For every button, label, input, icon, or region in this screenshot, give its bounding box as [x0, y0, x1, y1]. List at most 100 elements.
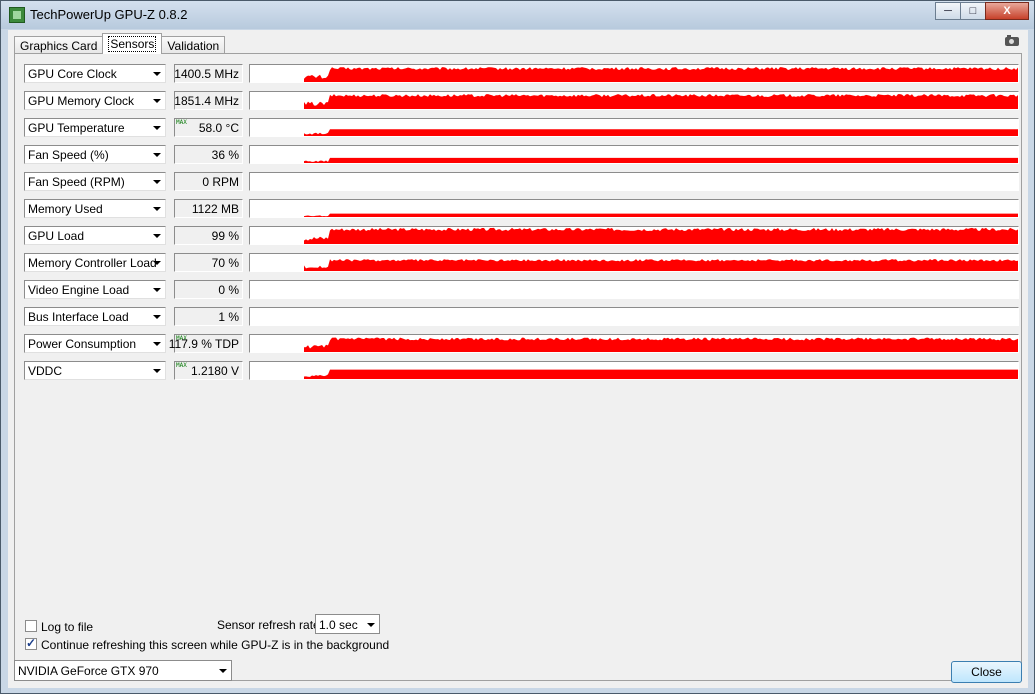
- refresh-rate-select[interactable]: 1.0 sec: [315, 614, 380, 634]
- graph-area: [304, 337, 1018, 352]
- sensor-row: Memory Controller Load 70 %: [24, 253, 1020, 274]
- chevron-down-icon: [219, 669, 227, 673]
- close-button[interactable]: Close: [951, 661, 1022, 683]
- sensor-graph-svg: [304, 213, 1018, 217]
- tab-label: Validation: [167, 38, 220, 53]
- sensor-name: GPU Core Clock: [28, 67, 117, 81]
- maximize-button[interactable]: □: [960, 2, 986, 20]
- sensor-name: Memory Used: [28, 202, 103, 216]
- gpuz-app-icon: [9, 7, 25, 23]
- sensor-graph: [249, 361, 1019, 380]
- sensor-graph-svg: [304, 227, 1018, 244]
- sensor-graph-svg: [304, 129, 1018, 136]
- graph-area: [304, 227, 1018, 244]
- sensor-name: Video Engine Load: [28, 283, 130, 297]
- chevron-down-icon: [153, 234, 161, 238]
- sensor-value: 117.9 % TDP: [168, 337, 239, 351]
- chevron-down-icon: [153, 72, 161, 76]
- sensor-graph-svg: [304, 259, 1018, 271]
- log-to-file-checkbox[interactable]: [25, 620, 37, 632]
- sensor-select[interactable]: Memory Controller Load: [24, 253, 166, 272]
- sensor-row: Fan Speed (RPM) 0 RPM: [24, 172, 1020, 193]
- chevron-down-icon: [153, 342, 161, 346]
- graph-area: [304, 369, 1018, 379]
- sensor-value: 0 RPM: [202, 175, 239, 189]
- sensor-select[interactable]: Bus Interface Load: [24, 307, 166, 326]
- continue-refresh-checkbox[interactable]: [25, 636, 37, 650]
- sensor-select[interactable]: GPU Temperature: [24, 118, 166, 137]
- graph-area: [304, 129, 1018, 136]
- sensor-name: Fan Speed (RPM): [28, 175, 125, 189]
- tab-label: Graphics Card: [20, 38, 98, 53]
- tab-bar: Graphics Card Sensors Validation: [14, 33, 226, 54]
- chevron-down-icon: [153, 288, 161, 292]
- log-to-file-label: Log to file: [41, 620, 94, 634]
- max-indicator: MAX: [176, 362, 187, 369]
- sensor-name: Fan Speed (%): [28, 148, 109, 162]
- title-bar[interactable]: TechPowerUp GPU-Z 0.8.2 ─ □ X: [1, 1, 1034, 29]
- camera-icon[interactable]: [1005, 35, 1019, 46]
- refresh-rate-value: 1.0 sec: [319, 618, 358, 632]
- sensor-graph: [249, 118, 1019, 137]
- sensor-value-box[interactable]: MAX 58.0 °C: [174, 118, 243, 137]
- window-close-button[interactable]: X: [985, 2, 1029, 20]
- sensor-row: GPU Memory Clock 1851.4 MHz: [24, 91, 1020, 112]
- client-area: Graphics Card Sensors Validation GPU Cor…: [8, 30, 1028, 688]
- chevron-down-icon: [153, 261, 161, 265]
- sensor-value-box[interactable]: 1 %: [174, 307, 243, 326]
- sensor-graph-svg: [304, 67, 1018, 82]
- sensor-select[interactable]: Memory Used: [24, 199, 166, 218]
- sensor-value-box[interactable]: 0 RPM: [174, 172, 243, 191]
- sensor-graph: [249, 226, 1019, 245]
- sensor-value-box[interactable]: 1400.5 MHz: [174, 64, 243, 83]
- sensor-graph-svg: [304, 94, 1018, 109]
- graph-area: [304, 259, 1018, 271]
- sensor-value-box[interactable]: 0 %: [174, 280, 243, 299]
- sensor-value-box[interactable]: MAX 117.9 % TDP: [169, 334, 243, 353]
- sensor-value: 1.2180 V: [190, 364, 239, 378]
- sensor-select[interactable]: Video Engine Load: [24, 280, 166, 299]
- sensor-row: VDDC MAX 1.2180 V: [24, 361, 1020, 382]
- sensor-graph: [249, 307, 1019, 326]
- refresh-rate-label: Sensor refresh rate:: [217, 618, 324, 632]
- sensor-row: GPU Core Clock 1400.5 MHz: [24, 64, 1020, 85]
- graph-area: [304, 67, 1018, 82]
- sensor-select[interactable]: GPU Core Clock: [24, 64, 166, 83]
- sensor-value-box[interactable]: 70 %: [174, 253, 243, 272]
- tab-validation[interactable]: Validation: [161, 36, 226, 54]
- sensor-select[interactable]: Power Consumption: [24, 334, 166, 353]
- sensor-name: Power Consumption: [28, 337, 137, 351]
- sensor-graph-svg: [250, 173, 1018, 190]
- sensor-graph: [249, 64, 1019, 83]
- sensor-graph: [249, 145, 1019, 164]
- sensor-select[interactable]: GPU Memory Clock: [24, 91, 166, 110]
- minimize-button[interactable]: ─: [935, 2, 961, 20]
- graph-area: [304, 157, 1018, 163]
- sensor-graph-svg: [304, 337, 1018, 352]
- sensor-select[interactable]: Fan Speed (%): [24, 145, 166, 164]
- sensor-select[interactable]: GPU Load: [24, 226, 166, 245]
- sensor-select[interactable]: Fan Speed (RPM): [24, 172, 166, 191]
- sensor-name: GPU Load: [28, 229, 85, 243]
- sensor-row: Video Engine Load 0 %: [24, 280, 1020, 301]
- sensor-value-box[interactable]: MAX 1.2180 V: [174, 361, 243, 380]
- max-indicator: MAX: [176, 119, 187, 126]
- window-controls: ─ □ X: [935, 2, 1029, 20]
- tab-sensors[interactable]: Sensors: [102, 33, 163, 54]
- sensor-graph: [249, 172, 1019, 191]
- sensor-value: 1 %: [218, 310, 239, 324]
- sensor-graph: [249, 280, 1019, 299]
- graph-area: [304, 213, 1018, 217]
- sensor-value-box[interactable]: 99 %: [174, 226, 243, 245]
- window-title: TechPowerUp GPU-Z 0.8.2: [30, 7, 188, 22]
- tab-graphics-card[interactable]: Graphics Card: [14, 36, 104, 54]
- sensor-row: Memory Used 1122 MB: [24, 199, 1020, 220]
- sensor-select[interactable]: VDDC: [24, 361, 166, 380]
- sensor-value-box[interactable]: 36 %: [174, 145, 243, 164]
- sensor-value-box[interactable]: 1851.4 MHz: [174, 91, 243, 110]
- chevron-down-icon: [153, 99, 161, 103]
- chevron-down-icon: [153, 153, 161, 157]
- sensor-value-box[interactable]: 1122 MB: [174, 199, 243, 218]
- gpu-select[interactable]: NVIDIA GeForce GTX 970: [14, 660, 232, 681]
- sensor-graph-svg: [250, 308, 1018, 325]
